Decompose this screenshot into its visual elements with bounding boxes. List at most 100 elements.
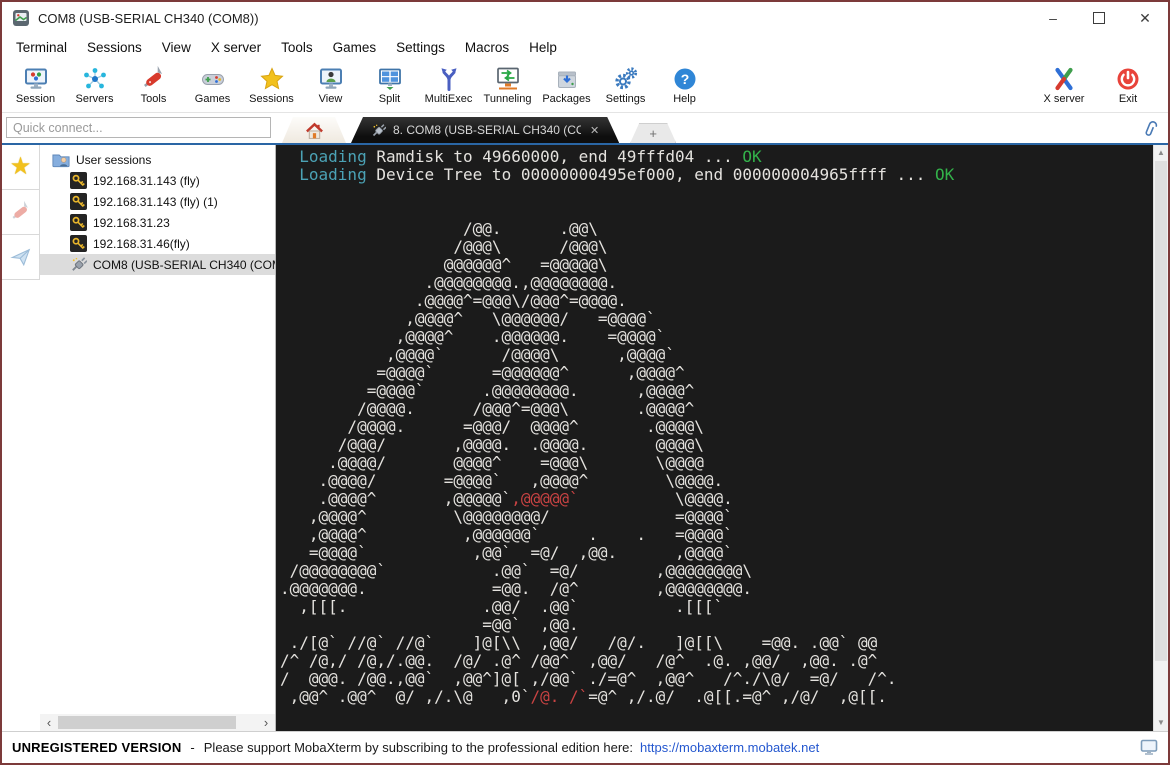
toolbar-label: Packages: [542, 93, 591, 105]
tree-item-session-3[interactable]: 192.168.31.23: [40, 212, 275, 233]
tree-item-label: User sessions: [76, 152, 152, 167]
remote-monitoring-icon[interactable]: [1140, 739, 1158, 756]
mobaxterm-window: COM8 (USB-SERIAL CH340 (COM8)) – ✕ Termi…: [0, 0, 1170, 765]
view-icon: [316, 65, 346, 93]
toolbar-button-servers[interactable]: Servers: [65, 62, 124, 105]
title-bar: COM8 (USB-SERIAL CH340 (COM8)) – ✕: [2, 2, 1168, 34]
status-message: Please support MobaXterm by subscribing …: [203, 740, 634, 755]
tree-item-session-1[interactable]: 192.168.31.143 (fly): [40, 170, 275, 191]
scroll-left-icon[interactable]: ‹: [42, 714, 56, 731]
servers-icon: [80, 65, 110, 93]
toolbar-button-sessions[interactable]: Sessions: [242, 62, 301, 105]
sidebar: ★ User sessions 192.168.31.143 (fly) 192…: [2, 145, 276, 731]
toolbar-label: Settings: [605, 93, 646, 105]
menu-macros[interactable]: Macros: [455, 37, 519, 58]
terminal-output: Loading Ramdisk to 49660000, end 49fffd0…: [280, 147, 955, 706]
exit-power-icon: [1113, 65, 1143, 93]
ssh-key-icon: [70, 235, 87, 252]
toolbar-button-multiexec[interactable]: MultiExec: [419, 62, 478, 105]
toolbar-button-x-server[interactable]: X server: [1032, 62, 1096, 105]
toolbar-button-help[interactable]: ? Help: [655, 62, 714, 105]
toolbar-label: Games: [194, 93, 231, 105]
toolbar-button-exit[interactable]: Exit: [1096, 62, 1160, 105]
sessions-star-icon: [257, 65, 287, 93]
sidebar-tab-tools[interactable]: [2, 190, 40, 235]
mobatek-link[interactable]: https://mobaxterm.mobatek.net: [640, 740, 819, 755]
minimize-button[interactable]: –: [1030, 2, 1076, 34]
ssh-key-icon: [70, 172, 87, 189]
window-title: COM8 (USB-SERIAL CH340 (COM8)): [38, 10, 259, 26]
menu-settings[interactable]: Settings: [386, 37, 455, 58]
new-tab-button[interactable]: +: [630, 123, 676, 143]
scroll-down-icon[interactable]: ▼: [1154, 716, 1168, 730]
packages-icon: [552, 65, 582, 93]
menu-tools[interactable]: Tools: [271, 37, 323, 58]
toolbar-label: Tools: [140, 93, 167, 105]
maximize-icon: [1093, 12, 1105, 24]
swiss-knife-icon: [10, 201, 32, 223]
menu-terminal[interactable]: Terminal: [6, 37, 77, 58]
tunneling-icon: [493, 65, 523, 93]
toolbar-button-games[interactable]: Games: [183, 62, 242, 105]
menu-games[interactable]: Games: [323, 37, 387, 58]
tree-item-label: 192.168.31.143 (fly): [93, 173, 200, 188]
ssh-key-icon: [70, 193, 87, 210]
menu-x-server[interactable]: X server: [201, 37, 271, 58]
scroll-up-icon[interactable]: ▲: [1154, 146, 1168, 160]
menu-sessions[interactable]: Sessions: [77, 37, 152, 58]
app-icon: [12, 9, 30, 27]
help-icon: ?: [670, 65, 700, 93]
toolbar-label: Tunneling: [483, 93, 532, 105]
games-icon: [198, 65, 228, 93]
tools-icon: [139, 65, 169, 93]
attachments-paperclip-icon[interactable]: [1143, 120, 1159, 140]
serial-plug-icon: [371, 123, 386, 138]
tab-close-icon[interactable]: ✕: [590, 124, 599, 137]
tab-home[interactable]: [282, 117, 346, 143]
split-icon: [375, 65, 405, 93]
tab-com8-session[interactable]: 8. COM8 (USB-SERIAL CH340 (COM ✕: [351, 117, 619, 143]
terminal[interactable]: Loading Ramdisk to 49660000, end 49fffd0…: [276, 145, 1153, 731]
scroll-right-icon[interactable]: ›: [259, 714, 273, 731]
toolbar-label: Session: [15, 93, 56, 105]
toolbar-button-session[interactable]: Session: [6, 62, 65, 105]
sidebar-tab-macros[interactable]: [2, 235, 40, 280]
ssh-key-icon: [70, 214, 87, 231]
tree-item-label: COM8 (USB-SERIAL CH340 (COM8: [93, 257, 275, 272]
sidebar-tab-sessions[interactable]: ★: [2, 145, 40, 190]
session-tree: User sessions 192.168.31.143 (fly) 192.1…: [40, 145, 275, 275]
toolbar-label: Servers: [75, 93, 114, 105]
sidebar-horizontal-scrollbar[interactable]: ‹ ›: [40, 714, 275, 731]
tree-item-session-4[interactable]: 192.168.31.46(fly): [40, 233, 275, 254]
svg-text:?: ?: [680, 71, 689, 87]
tab-label: 8. COM8 (USB-SERIAL CH340 (COM: [393, 123, 581, 137]
unregistered-version-label: UNREGISTERED VERSION: [12, 740, 182, 755]
menu-view[interactable]: View: [152, 37, 201, 58]
terminal-vertical-scrollbar[interactable]: ▲ ▼: [1153, 145, 1168, 731]
scrollbar-thumb[interactable]: [58, 716, 236, 729]
toolbar-button-tunneling[interactable]: Tunneling: [478, 62, 537, 105]
multiexec-icon: [434, 65, 464, 93]
toolbar-button-view[interactable]: View: [301, 62, 360, 105]
menu-help[interactable]: Help: [519, 37, 567, 58]
toolbar: Session Servers Tools Games Sessions Vie…: [2, 60, 1168, 113]
scrollbar-thumb[interactable]: [1155, 161, 1167, 661]
tree-item-label: 192.168.31.23: [93, 215, 170, 230]
toolbar-button-tools[interactable]: Tools: [124, 62, 183, 105]
toolbar-button-split[interactable]: Split: [360, 62, 419, 105]
serial-plug-icon: [70, 256, 87, 273]
home-icon: [305, 121, 324, 140]
close-button[interactable]: ✕: [1122, 2, 1168, 34]
toolbar-button-packages[interactable]: Packages: [537, 62, 596, 105]
maximize-button[interactable]: [1076, 2, 1122, 34]
toolbar-button-settings[interactable]: Settings: [596, 62, 655, 105]
status-separator: -: [190, 740, 195, 755]
settings-gears-icon: [611, 65, 641, 93]
tree-item-user-sessions[interactable]: User sessions: [40, 149, 275, 170]
toolbar-label: MultiExec: [424, 93, 473, 105]
tree-item-session-2[interactable]: 192.168.31.143 (fly) (1): [40, 191, 275, 212]
tree-item-com8-session[interactable]: COM8 (USB-SERIAL CH340 (COM8: [40, 254, 275, 275]
quick-connect-input[interactable]: [6, 117, 271, 138]
toolbar-label: Help: [673, 93, 696, 105]
user-sessions-folder-icon: [52, 151, 70, 168]
